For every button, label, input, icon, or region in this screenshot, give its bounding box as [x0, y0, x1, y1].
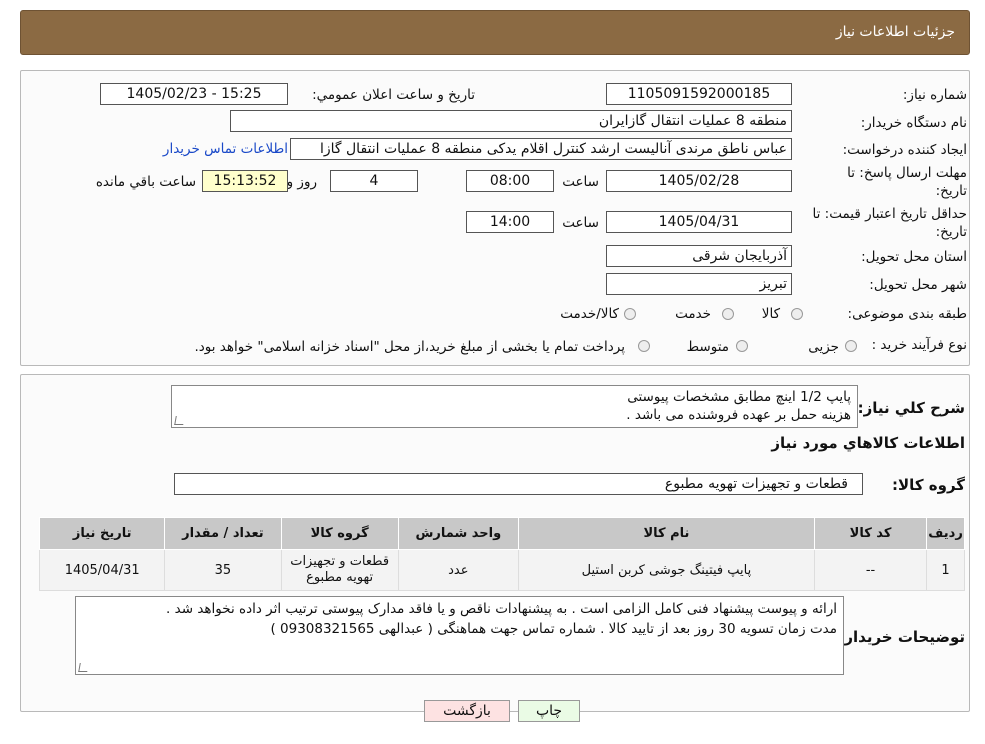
- resize-grip-icon[interactable]: [174, 416, 185, 425]
- buyer-notes-label: توضيحات خريدار:: [838, 628, 965, 646]
- deadline-time-field: 08:00: [466, 170, 554, 192]
- buyer-org-label: نام دستگاه خريدار:: [860, 115, 967, 131]
- city-label: شهر محل تحويل:: [869, 277, 967, 293]
- table-row: 1 -- پایپ فیتینگ جوشی کربن استیل عدد قطع…: [38, 549, 965, 591]
- category-label: طبقه بندی موضوعی:: [847, 306, 967, 322]
- cell-item-code: --: [813, 549, 928, 591]
- cell-item-name: پایپ فیتینگ جوشی کربن استیل: [517, 549, 815, 591]
- process-medium-label: متوسط: [686, 339, 729, 355]
- resize-grip-icon[interactable]: [78, 663, 89, 672]
- col-quantity: تعداد / مقدار: [164, 517, 282, 550]
- category-service-label: خدمت: [675, 306, 711, 322]
- process-label: نوع فرآيند خريد :: [871, 337, 967, 353]
- cell-quantity: 35: [164, 549, 282, 591]
- col-group: گروه کالا: [280, 517, 399, 550]
- announce-field: 1405/02/23 - 15:25: [100, 83, 288, 105]
- need-number-label: شماره نیاز:: [902, 87, 967, 103]
- city-field: تبریز: [606, 273, 792, 295]
- category-goods-service-radio[interactable]: [624, 308, 636, 320]
- deadline-label-2: تاريخ:: [935, 183, 967, 199]
- validity-label: حداقل تاريخ اعتبار قيمت: تا: [812, 206, 967, 222]
- cell-need-date: 1405/04/31: [38, 549, 166, 591]
- col-item-code: کد کالا: [813, 517, 928, 550]
- back-button[interactable]: بازگشت: [424, 700, 510, 722]
- goods-table: رديف کد کالا نام کالا واحد شمارش گروه کا…: [38, 517, 965, 591]
- process-minor-radio[interactable]: [845, 340, 857, 352]
- col-row-number: رديف: [926, 517, 965, 550]
- validity-time-word: ساعت: [562, 215, 599, 231]
- buyer-notes-textarea[interactable]: ارائه و پیوست پیشنهاد فنی کامل الزامی اس…: [75, 596, 844, 675]
- buyer-notes-line-1: ارائه و پیوست پیشنهاد فنی کامل الزامی اس…: [166, 601, 837, 617]
- page-header: جزئیات اطلاعات نیاز: [20, 10, 970, 55]
- buyer-org-field: منطقه 8 عملیات انتقال گازایران: [230, 110, 792, 132]
- deadline-time-word: ساعت: [562, 174, 599, 190]
- category-goods-radio[interactable]: [791, 308, 803, 320]
- creator-field: عباس ناطق مرندی آنالیست ارشد کنترل اقلام…: [290, 138, 792, 160]
- table-header-row: رديف کد کالا نام کالا واحد شمارش گروه کا…: [38, 517, 965, 550]
- province-label: استان محل تحويل:: [861, 249, 967, 265]
- category-goods-service-label: کالا/خدمت: [560, 306, 619, 322]
- process-note: پرداخت تمام یا بخشی از مبلغ خرید،از محل …: [194, 339, 625, 355]
- creator-label: ايجاد کننده درخواست:: [842, 142, 967, 158]
- validity-date-field: 1405/04/31: [606, 211, 792, 233]
- col-need-date: تاريخ نياز: [38, 517, 166, 550]
- buyer-contact-link[interactable]: اطلاعات تماس خریدار: [163, 141, 288, 157]
- print-button[interactable]: چاپ: [518, 700, 580, 722]
- days-field: 4: [330, 170, 418, 192]
- deadline-date-field: 1405/02/28: [606, 170, 792, 192]
- province-field: آذربایجان شرقی: [606, 245, 792, 267]
- cell-row-number: 1: [926, 549, 965, 591]
- need-number-field: 1105091592000185: [606, 83, 792, 105]
- deadline-label: مهلت ارسال پاسخ: تا: [847, 165, 967, 181]
- process-medium-radio[interactable]: [736, 340, 748, 352]
- goods-group-field: قطعات و تجهیزات تهویه مطبوع: [174, 473, 863, 495]
- remaining-label: ساعت باقي مانده: [95, 174, 196, 190]
- validity-time-field: 14:00: [466, 211, 554, 233]
- page-title: جزئیات اطلاعات نیاز: [835, 24, 955, 40]
- cell-unit: عدد: [397, 549, 519, 591]
- process-minor-label: جزیی: [808, 339, 839, 355]
- goods-group-label: گروه کالا:: [892, 476, 965, 494]
- col-unit: واحد شمارش: [397, 517, 519, 550]
- goods-info-title: اطلاعات کالاهاي مورد نياز: [771, 434, 965, 452]
- cell-group: قطعات و تجهیزات تهویه مطبوع: [280, 549, 399, 591]
- col-item-name: نام کالا: [517, 517, 815, 550]
- description-line-1: پایپ 1/2 اینچ مطابق مشخصات پیوستی: [627, 389, 851, 405]
- validity-label-2: تاريخ:: [935, 224, 967, 240]
- buyer-notes-line-2: مدت زمان تسویه 30 روز بعد از تایید کالا …: [270, 621, 837, 637]
- category-service-radio[interactable]: [722, 308, 734, 320]
- announce-label: تاریخ و ساعت اعلان عمومي:: [312, 87, 475, 103]
- process-treasury-radio[interactable]: [638, 340, 650, 352]
- category-goods-label: کالا: [761, 306, 780, 322]
- description-line-2: هزینه حمل بر عهده فروشنده می باشد .: [626, 407, 851, 423]
- days-word: روز و: [286, 174, 317, 190]
- description-textarea[interactable]: پایپ 1/2 اینچ مطابق مشخصات پیوستی هزینه …: [171, 385, 858, 428]
- remaining-time-field: 15:13:52: [202, 170, 288, 192]
- description-label: شرح کلي نياز:: [857, 399, 965, 417]
